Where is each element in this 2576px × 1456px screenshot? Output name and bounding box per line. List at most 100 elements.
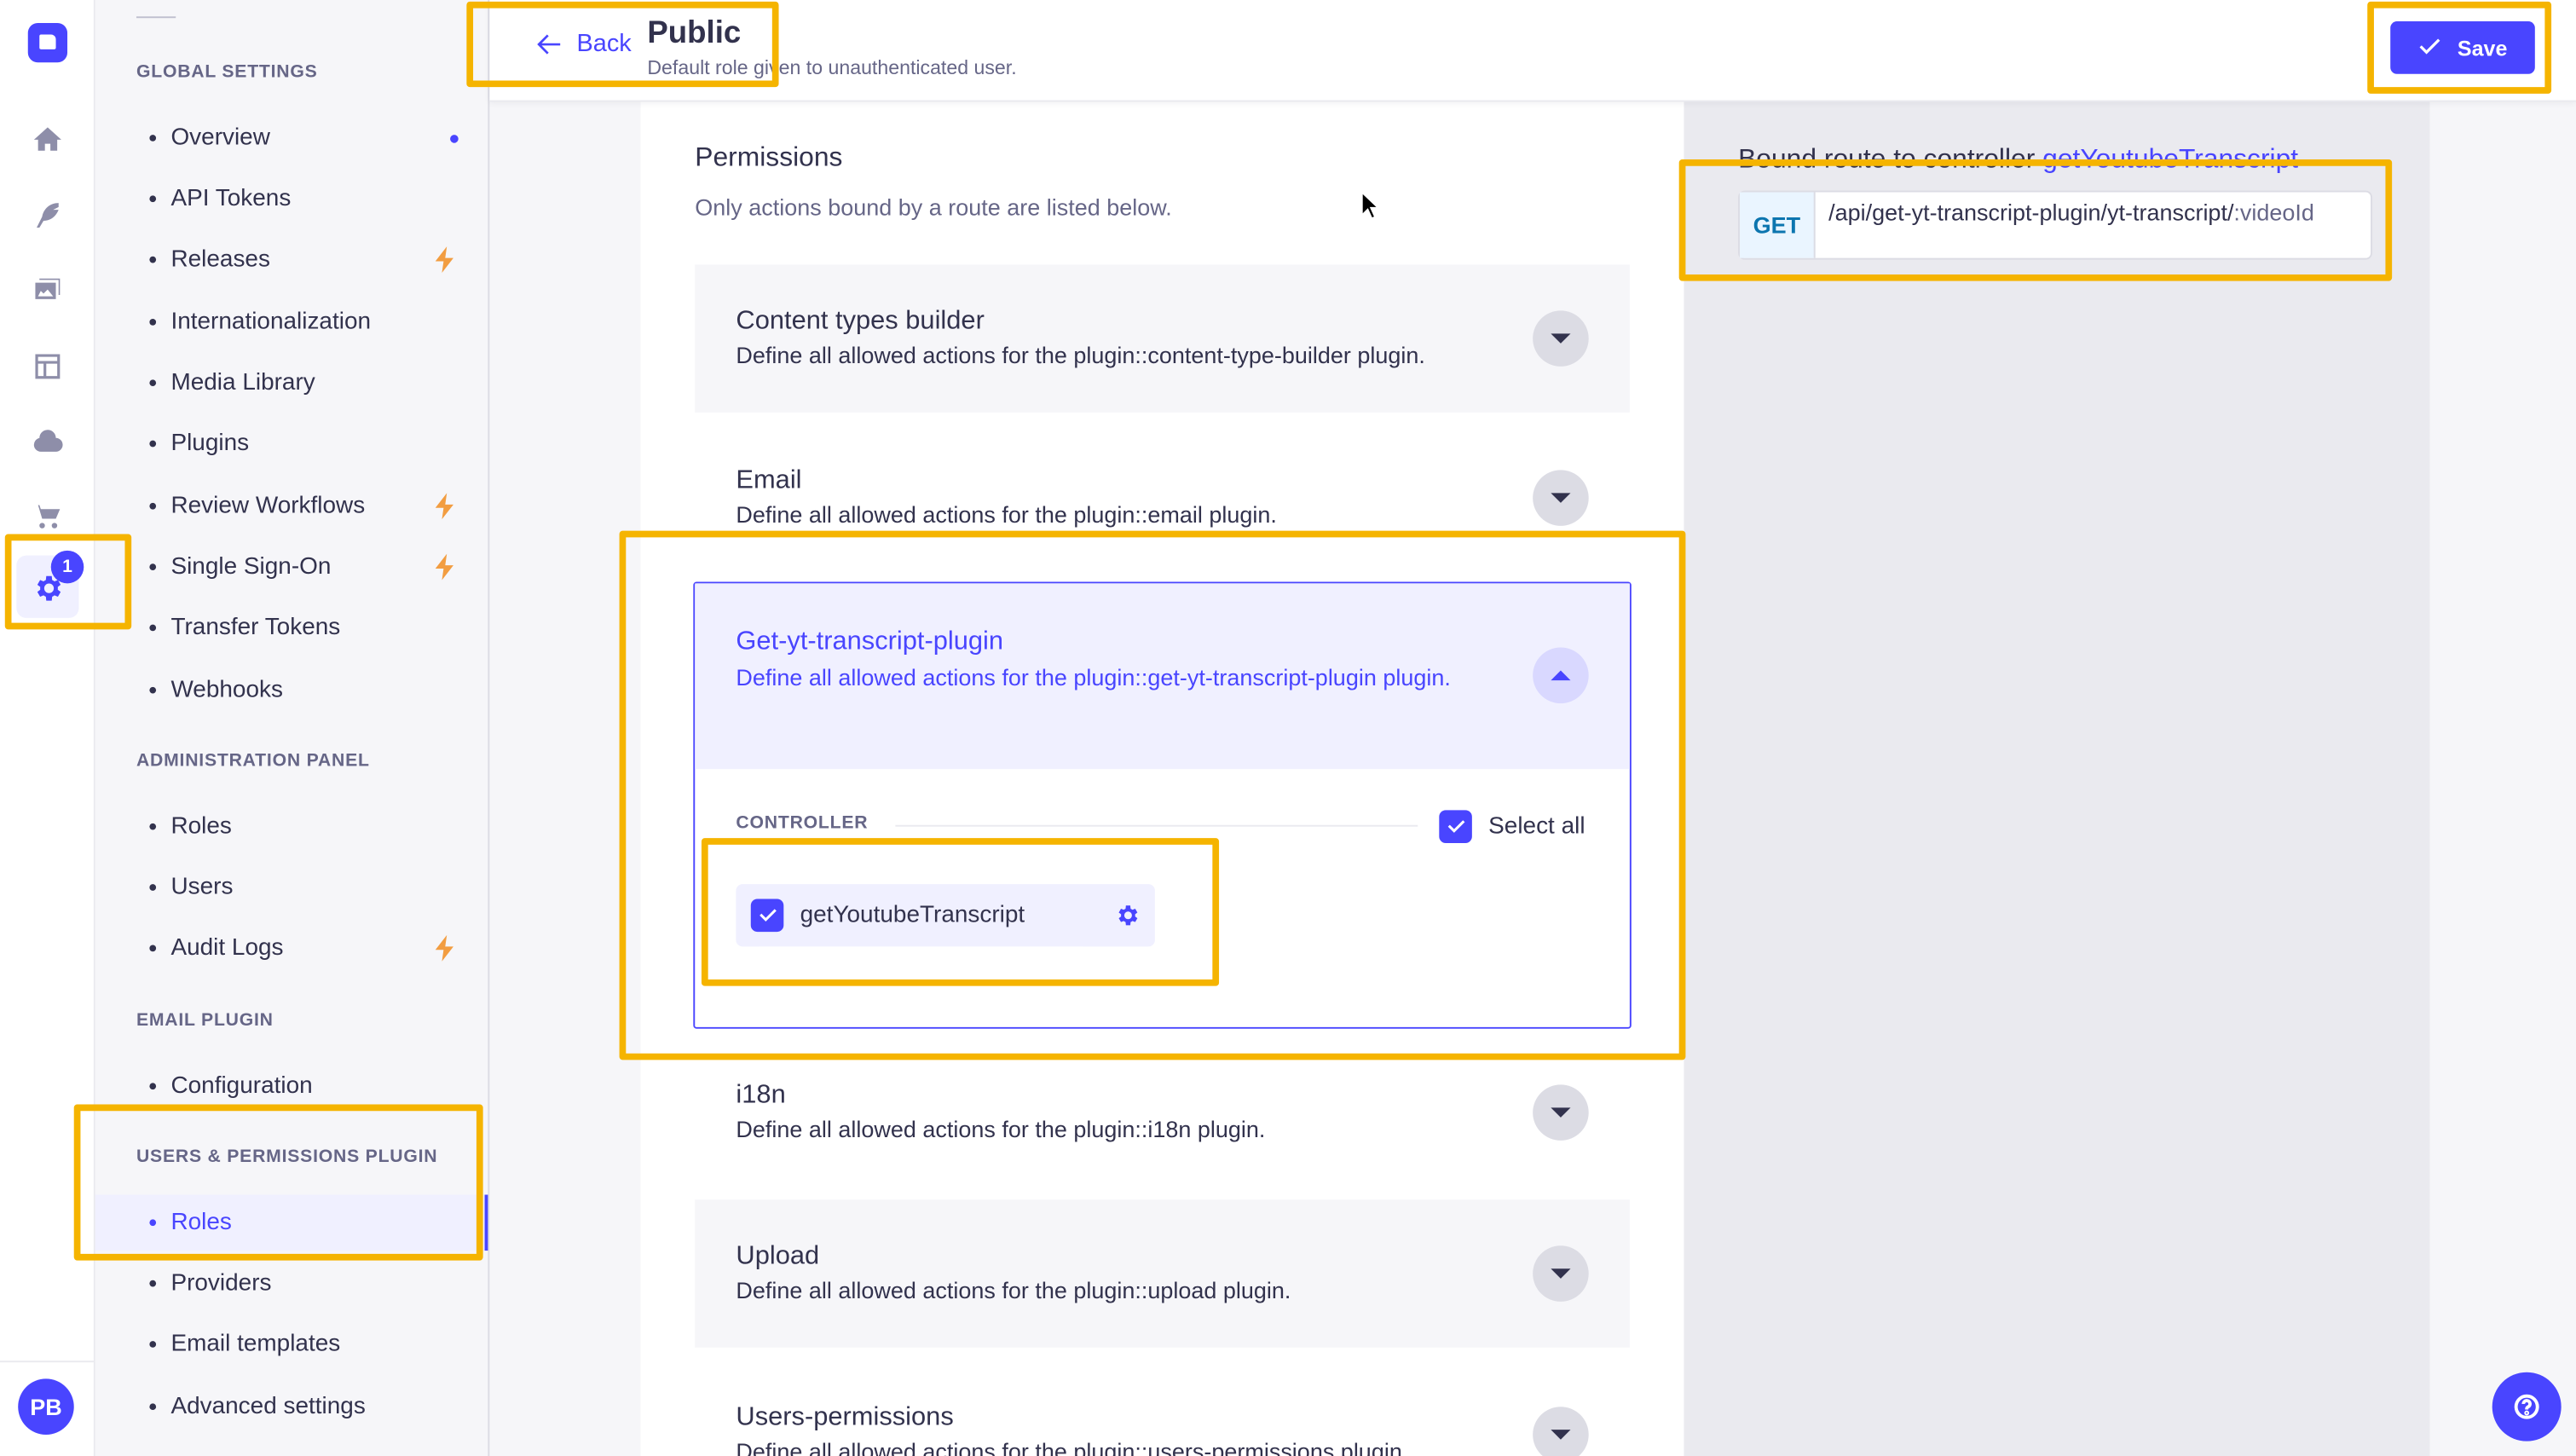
sidebar-item-admin-roles[interactable]: Roles xyxy=(95,799,488,855)
route-path-text: /api/get-yt-transcript-plugin/yt-transcr… xyxy=(1828,199,2234,226)
save-label: Save xyxy=(2457,35,2508,61)
sidebar-item-label: API Tokens xyxy=(170,185,292,212)
sidebar-item-audit-logs[interactable]: Audit Logs xyxy=(95,921,488,977)
chevron-down-icon[interactable] xyxy=(1533,1245,1589,1302)
sidebar-item-transfer-tokens[interactable]: Transfer Tokens xyxy=(95,600,488,656)
sidebar-item-label: Media Library xyxy=(170,369,315,396)
sidebar-item-label: Providers xyxy=(170,1270,272,1297)
permissions-subtitle: Only actions bound by a route are listed… xyxy=(695,194,1172,221)
save-button[interactable]: Save xyxy=(2390,21,2535,74)
sidebar-item-review-workflows[interactable]: Review Workflows xyxy=(95,478,488,534)
sidebar-divider xyxy=(136,16,176,19)
sidebar-item-overview[interactable]: Overview xyxy=(95,110,488,166)
bullet xyxy=(149,135,157,142)
bullet xyxy=(149,823,157,830)
sidebar-item-label: Transfer Tokens xyxy=(170,614,341,641)
accordion-get-yt-transcript-plugin: Get-yt-transcript-plugin Define all allo… xyxy=(693,581,1632,1029)
help-button[interactable] xyxy=(2492,1372,2562,1442)
sidebar-item-webhooks[interactable]: Webhooks xyxy=(95,662,488,719)
sidebar-item-media-library[interactable]: Media Library xyxy=(95,355,488,411)
sidebar-item-email-templates[interactable]: Email templates xyxy=(95,1316,488,1372)
permissions-title: Permissions xyxy=(695,142,843,173)
sidebar-item-internationalization[interactable]: Internationalization xyxy=(95,294,488,350)
sidebar-item-label: Audit Logs xyxy=(170,934,284,962)
action-get-youtube-transcript[interactable]: getYoutubeTranscript xyxy=(736,884,1155,947)
page-title: Public xyxy=(647,16,742,51)
bullet xyxy=(149,1083,157,1090)
checkbox-checked-icon[interactable] xyxy=(750,898,784,933)
sidebar-item-advanced-settings[interactable]: Advanced settings xyxy=(95,1378,488,1435)
controller-label: CONTROLLER xyxy=(736,813,869,834)
layout-icon[interactable] xyxy=(28,347,67,386)
sidebar-item-email-configuration[interactable]: Configuration xyxy=(95,1059,488,1115)
select-all-label: Select all xyxy=(1488,813,1585,841)
back-link[interactable]: Back xyxy=(535,29,632,58)
accordion-title: Email xyxy=(736,466,802,495)
sidebar-item-label: Email templates xyxy=(170,1331,341,1358)
lightning-bolt-icon xyxy=(435,934,455,962)
gear-icon[interactable] xyxy=(1114,902,1141,928)
sidebar-item-label: Overview xyxy=(170,124,270,152)
sidebar-item-up-roles[interactable]: Roles xyxy=(95,1194,488,1251)
bullet xyxy=(149,884,157,891)
sidebar-item-single-sign-on[interactable]: Single Sign-On xyxy=(95,539,488,595)
bullet xyxy=(149,1219,157,1227)
accordion-description: Define all allowed actions for the plugi… xyxy=(736,341,1425,368)
sidebar-item-providers[interactable]: Providers xyxy=(95,1256,488,1312)
bullet xyxy=(149,1341,157,1348)
accordion-users-permissions[interactable]: Users-permissions Define all allowed act… xyxy=(695,1361,1630,1456)
home-icon[interactable] xyxy=(28,120,67,159)
bound-route-panel: Bound route to controller getYoutubeTran… xyxy=(1684,101,2430,1456)
feather-icon[interactable] xyxy=(28,195,67,234)
sidebar-item-plugins[interactable]: Plugins xyxy=(95,416,488,472)
accordion-title: Upload xyxy=(736,1242,820,1271)
route-box: GET /api/get-yt-transcript-plugin/yt-tra… xyxy=(1738,190,2373,260)
sidebar-item-releases[interactable]: Releases xyxy=(95,232,488,288)
accordion-description: Define all allowed actions for the plugi… xyxy=(736,1437,1409,1456)
strapi-logo-icon[interactable] xyxy=(27,22,68,63)
accordion-title: Users-permissions xyxy=(736,1403,954,1432)
accordion-header[interactable]: Get-yt-transcript-plugin Define all allo… xyxy=(695,583,1630,770)
chevron-down-icon[interactable] xyxy=(1533,470,1589,526)
notification-badge: 1 xyxy=(50,550,84,584)
route-title-prefix: Bound route to controller xyxy=(1738,144,2043,175)
page-subtitle: Default role given to unauthenticated us… xyxy=(647,55,1017,79)
sidebar-item-label: Roles xyxy=(170,1209,232,1236)
chevron-down-icon[interactable] xyxy=(1533,1407,1589,1456)
sidebar-item-label: Plugins xyxy=(170,430,250,457)
chevron-down-icon[interactable] xyxy=(1533,310,1589,367)
accordion-content-types-builder[interactable]: Content types builder Define all allowed… xyxy=(695,264,1630,413)
back-label: Back xyxy=(576,29,632,58)
sidebar-item-label: Webhooks xyxy=(170,677,283,704)
sidebar-item-label: Advanced settings xyxy=(170,1393,366,1420)
sidebar-item-label: Users xyxy=(170,874,234,901)
bullet xyxy=(149,563,157,570)
lightning-bolt-icon xyxy=(435,246,455,274)
section-title-global-settings: GLOBAL SETTINGS xyxy=(136,62,318,83)
user-avatar[interactable]: PB xyxy=(18,1378,74,1435)
sidebar-item-users[interactable]: Users xyxy=(95,859,488,916)
media-library-icon[interactable] xyxy=(28,271,67,310)
select-all-checkbox[interactable]: Select all xyxy=(1439,810,1585,843)
mouse-cursor-icon xyxy=(1360,190,1380,220)
sidebar-item-label: Single Sign-On xyxy=(170,553,332,581)
sidebar-item-api-tokens[interactable]: API Tokens xyxy=(95,170,488,227)
accordion-upload[interactable]: Upload Define all allowed actions for th… xyxy=(695,1199,1630,1348)
accordion-i18n[interactable]: i18n Define all allowed actions for the … xyxy=(695,1038,1630,1187)
http-method-badge: GET xyxy=(1740,192,1816,258)
section-title-email-plugin: EMAIL PLUGIN xyxy=(136,1010,274,1031)
settings-sidebar: GLOBAL SETTINGS Overview API Tokens Rele… xyxy=(95,0,490,1456)
chevron-down-icon[interactable] xyxy=(1533,1084,1589,1141)
accordion-email[interactable]: Email Define all allowed actions for the… xyxy=(695,424,1630,572)
cloud-icon[interactable] xyxy=(28,422,67,461)
bullet xyxy=(149,318,157,326)
route-title: Bound route to controller getYoutubeTran… xyxy=(1738,145,2298,176)
accordion-description: Define all allowed actions for the plugi… xyxy=(736,1276,1291,1303)
bullet xyxy=(149,256,157,263)
controller-divider xyxy=(895,824,1418,827)
bullet xyxy=(149,379,157,387)
bullet xyxy=(149,440,157,448)
chevron-up-icon[interactable] xyxy=(1533,647,1589,704)
marketplace-cart-icon[interactable] xyxy=(28,496,67,535)
arrow-left-icon xyxy=(537,33,561,54)
